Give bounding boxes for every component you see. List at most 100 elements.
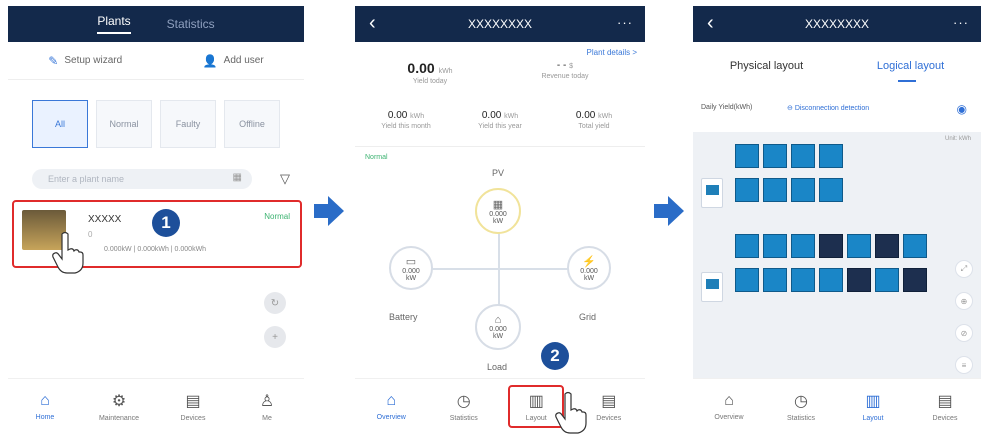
eye-icon[interactable]: ◉ xyxy=(957,102,967,116)
load-label: Load xyxy=(487,362,508,372)
load-icon: ⌂ xyxy=(494,314,502,326)
next-arrow-icon xyxy=(654,196,684,226)
optimizer-panel[interactable] xyxy=(735,268,759,292)
optimizer-panel[interactable] xyxy=(763,268,787,292)
optimizer-panel[interactable] xyxy=(791,178,815,202)
scan-icon[interactable]: ▦ xyxy=(233,172,242,183)
inverter-1[interactable] xyxy=(701,178,723,208)
optimizer-panel[interactable] xyxy=(735,178,759,202)
nav-overview-label: Overview xyxy=(376,414,406,421)
optimizer-panel[interactable] xyxy=(763,234,787,258)
clock-icon: ◷ xyxy=(456,393,471,410)
devices-icon: ▤ xyxy=(601,393,617,410)
tab-statistics[interactable]: Statistics xyxy=(167,17,215,31)
optimizer-panel[interactable] xyxy=(847,268,871,292)
load-value: 0.000 xyxy=(489,326,507,333)
add-user-label: Add user xyxy=(223,55,264,66)
filter-faulty[interactable]: Faulty xyxy=(160,100,216,148)
filter-offline[interactable]: Offline xyxy=(224,100,280,148)
more-icon[interactable]: ··· xyxy=(617,15,633,30)
yield-year-value: 0.00 xyxy=(481,110,502,121)
nav-devices[interactable]: ▤ Devices xyxy=(165,391,221,422)
daily-yield-select[interactable]: Daily Yield(kWh) xyxy=(701,104,752,111)
plants-screen: Plants Statistics ✎ Setup wizard 👤 Add u… xyxy=(8,6,304,434)
optimizer-panel[interactable] xyxy=(735,144,759,168)
optimizer-panel[interactable] xyxy=(875,268,899,292)
nav-home[interactable]: ⌂ Home xyxy=(17,392,73,421)
revenue-today-label: Revenue today xyxy=(541,73,589,80)
tab-logical-layout[interactable]: Logical layout xyxy=(877,60,944,72)
yield-month-unit: kWh xyxy=(410,113,425,120)
zoom-fit-icon[interactable]: ⤢ xyxy=(955,260,973,278)
person-icon: ♙ xyxy=(259,393,275,410)
more-icon[interactable]: ··· xyxy=(953,15,969,30)
pv-node[interactable]: ▦ 0.000 kW xyxy=(475,188,521,234)
overview-icon: ⌂ xyxy=(386,392,397,409)
list-icon[interactable]: ≡ xyxy=(955,356,973,374)
nav-overview[interactable]: ⌂ Overview xyxy=(363,392,419,421)
unit-label: Unit: kWh xyxy=(944,136,971,142)
nav-statistics[interactable]: ◷ Statistics xyxy=(436,391,492,422)
back-icon[interactable]: ‹ xyxy=(707,12,714,35)
disconnection-detection-button[interactable]: ⊖ Disconnection detection xyxy=(787,104,869,112)
plant-title: XXXXXXXX xyxy=(467,17,533,31)
yield-year-label: Yield this year xyxy=(478,123,522,130)
tab-physical-layout[interactable]: Physical layout xyxy=(730,60,803,72)
logical-layout-canvas: Unit: kWh ⤢ ⊕ ⊘ ≡ xyxy=(693,132,981,378)
search-input[interactable]: Enter a plant name ▦ xyxy=(32,169,252,189)
optimizer-panel[interactable] xyxy=(791,234,815,258)
disconnection-label: Disconnection detection xyxy=(794,105,870,112)
load-node[interactable]: ⌂ 0.000 kW xyxy=(475,304,521,350)
back-icon[interactable]: ‹ xyxy=(369,12,376,35)
optimizer-panel[interactable] xyxy=(819,234,843,258)
overview-icon: ⌂ xyxy=(724,392,734,409)
filter-all[interactable]: All xyxy=(32,100,88,148)
optimizer-panel[interactable] xyxy=(763,144,787,168)
refresh-icon[interactable]: ↻ xyxy=(264,292,286,314)
nav-layout-label: Layout xyxy=(525,415,547,422)
home-icon: ⌂ xyxy=(40,392,50,409)
layout-icon: ▥ xyxy=(528,393,544,410)
optimizer-panel[interactable] xyxy=(735,234,759,258)
optimizer-panel[interactable] xyxy=(875,234,899,258)
optimizer-panel[interactable] xyxy=(819,144,843,168)
plant-details-link[interactable]: Plant details > xyxy=(587,48,637,57)
battery-node[interactable]: ▭ 0.000 kW xyxy=(389,246,433,290)
plant-metrics: 0.000kW | 0.000kWh | 0.000kWh xyxy=(104,246,207,253)
filter-icon[interactable]: ▽ xyxy=(280,171,290,187)
optimizer-panel[interactable] xyxy=(819,268,843,292)
optimizer-panel[interactable] xyxy=(847,234,871,258)
grid-tower-icon: ⚡ xyxy=(582,255,596,268)
optimizer-panel[interactable] xyxy=(903,234,927,258)
optimizer-panel[interactable] xyxy=(763,178,787,202)
optimizer-panel[interactable] xyxy=(819,178,843,202)
nav-me[interactable]: ♙ Me xyxy=(239,391,295,422)
optimizer-panel[interactable] xyxy=(791,144,815,168)
setup-wizard-button[interactable]: ✎ Setup wizard xyxy=(48,54,122,68)
yield-month-label: Yield this month xyxy=(381,123,431,130)
total-yield-label: Total yield xyxy=(578,123,610,130)
nav-maintenance[interactable]: ⚙ Maintenance xyxy=(91,391,147,422)
filter-normal[interactable]: Normal xyxy=(96,100,152,148)
inverter-2[interactable] xyxy=(701,272,723,302)
nav-home-label: Home xyxy=(35,414,55,421)
yield-today-value: 0.00 xyxy=(407,60,435,76)
locate-icon[interactable]: ⊕ xyxy=(955,292,973,310)
nav-layout[interactable]: ▥ Layout xyxy=(845,391,901,422)
add-user-button[interactable]: 👤 Add user xyxy=(203,54,264,68)
tab-plants[interactable]: Plants xyxy=(97,14,131,34)
grid-value: 0.000 xyxy=(580,267,598,275)
nav-statistics[interactable]: ◷ Statistics xyxy=(773,391,829,422)
nav-devices[interactable]: ▤ Devices xyxy=(917,391,973,422)
grid-node[interactable]: ⚡ 0.000 kW xyxy=(567,246,611,290)
pv-label: PV xyxy=(492,168,505,178)
optimizer-panel[interactable] xyxy=(791,268,815,292)
zoom-icon[interactable]: ⊘ xyxy=(955,324,973,342)
layout-tabs: Physical layout Logical layout xyxy=(693,60,981,72)
search-row: Enter a plant name ▦ ▽ xyxy=(32,168,290,190)
optimizer-panel[interactable] xyxy=(903,268,927,292)
user-add-icon: 👤 xyxy=(202,53,218,68)
nav-devices[interactable]: ▤ Devices xyxy=(581,391,637,422)
add-icon[interactable]: + xyxy=(264,326,286,348)
nav-overview[interactable]: ⌂ Overview xyxy=(701,392,757,421)
